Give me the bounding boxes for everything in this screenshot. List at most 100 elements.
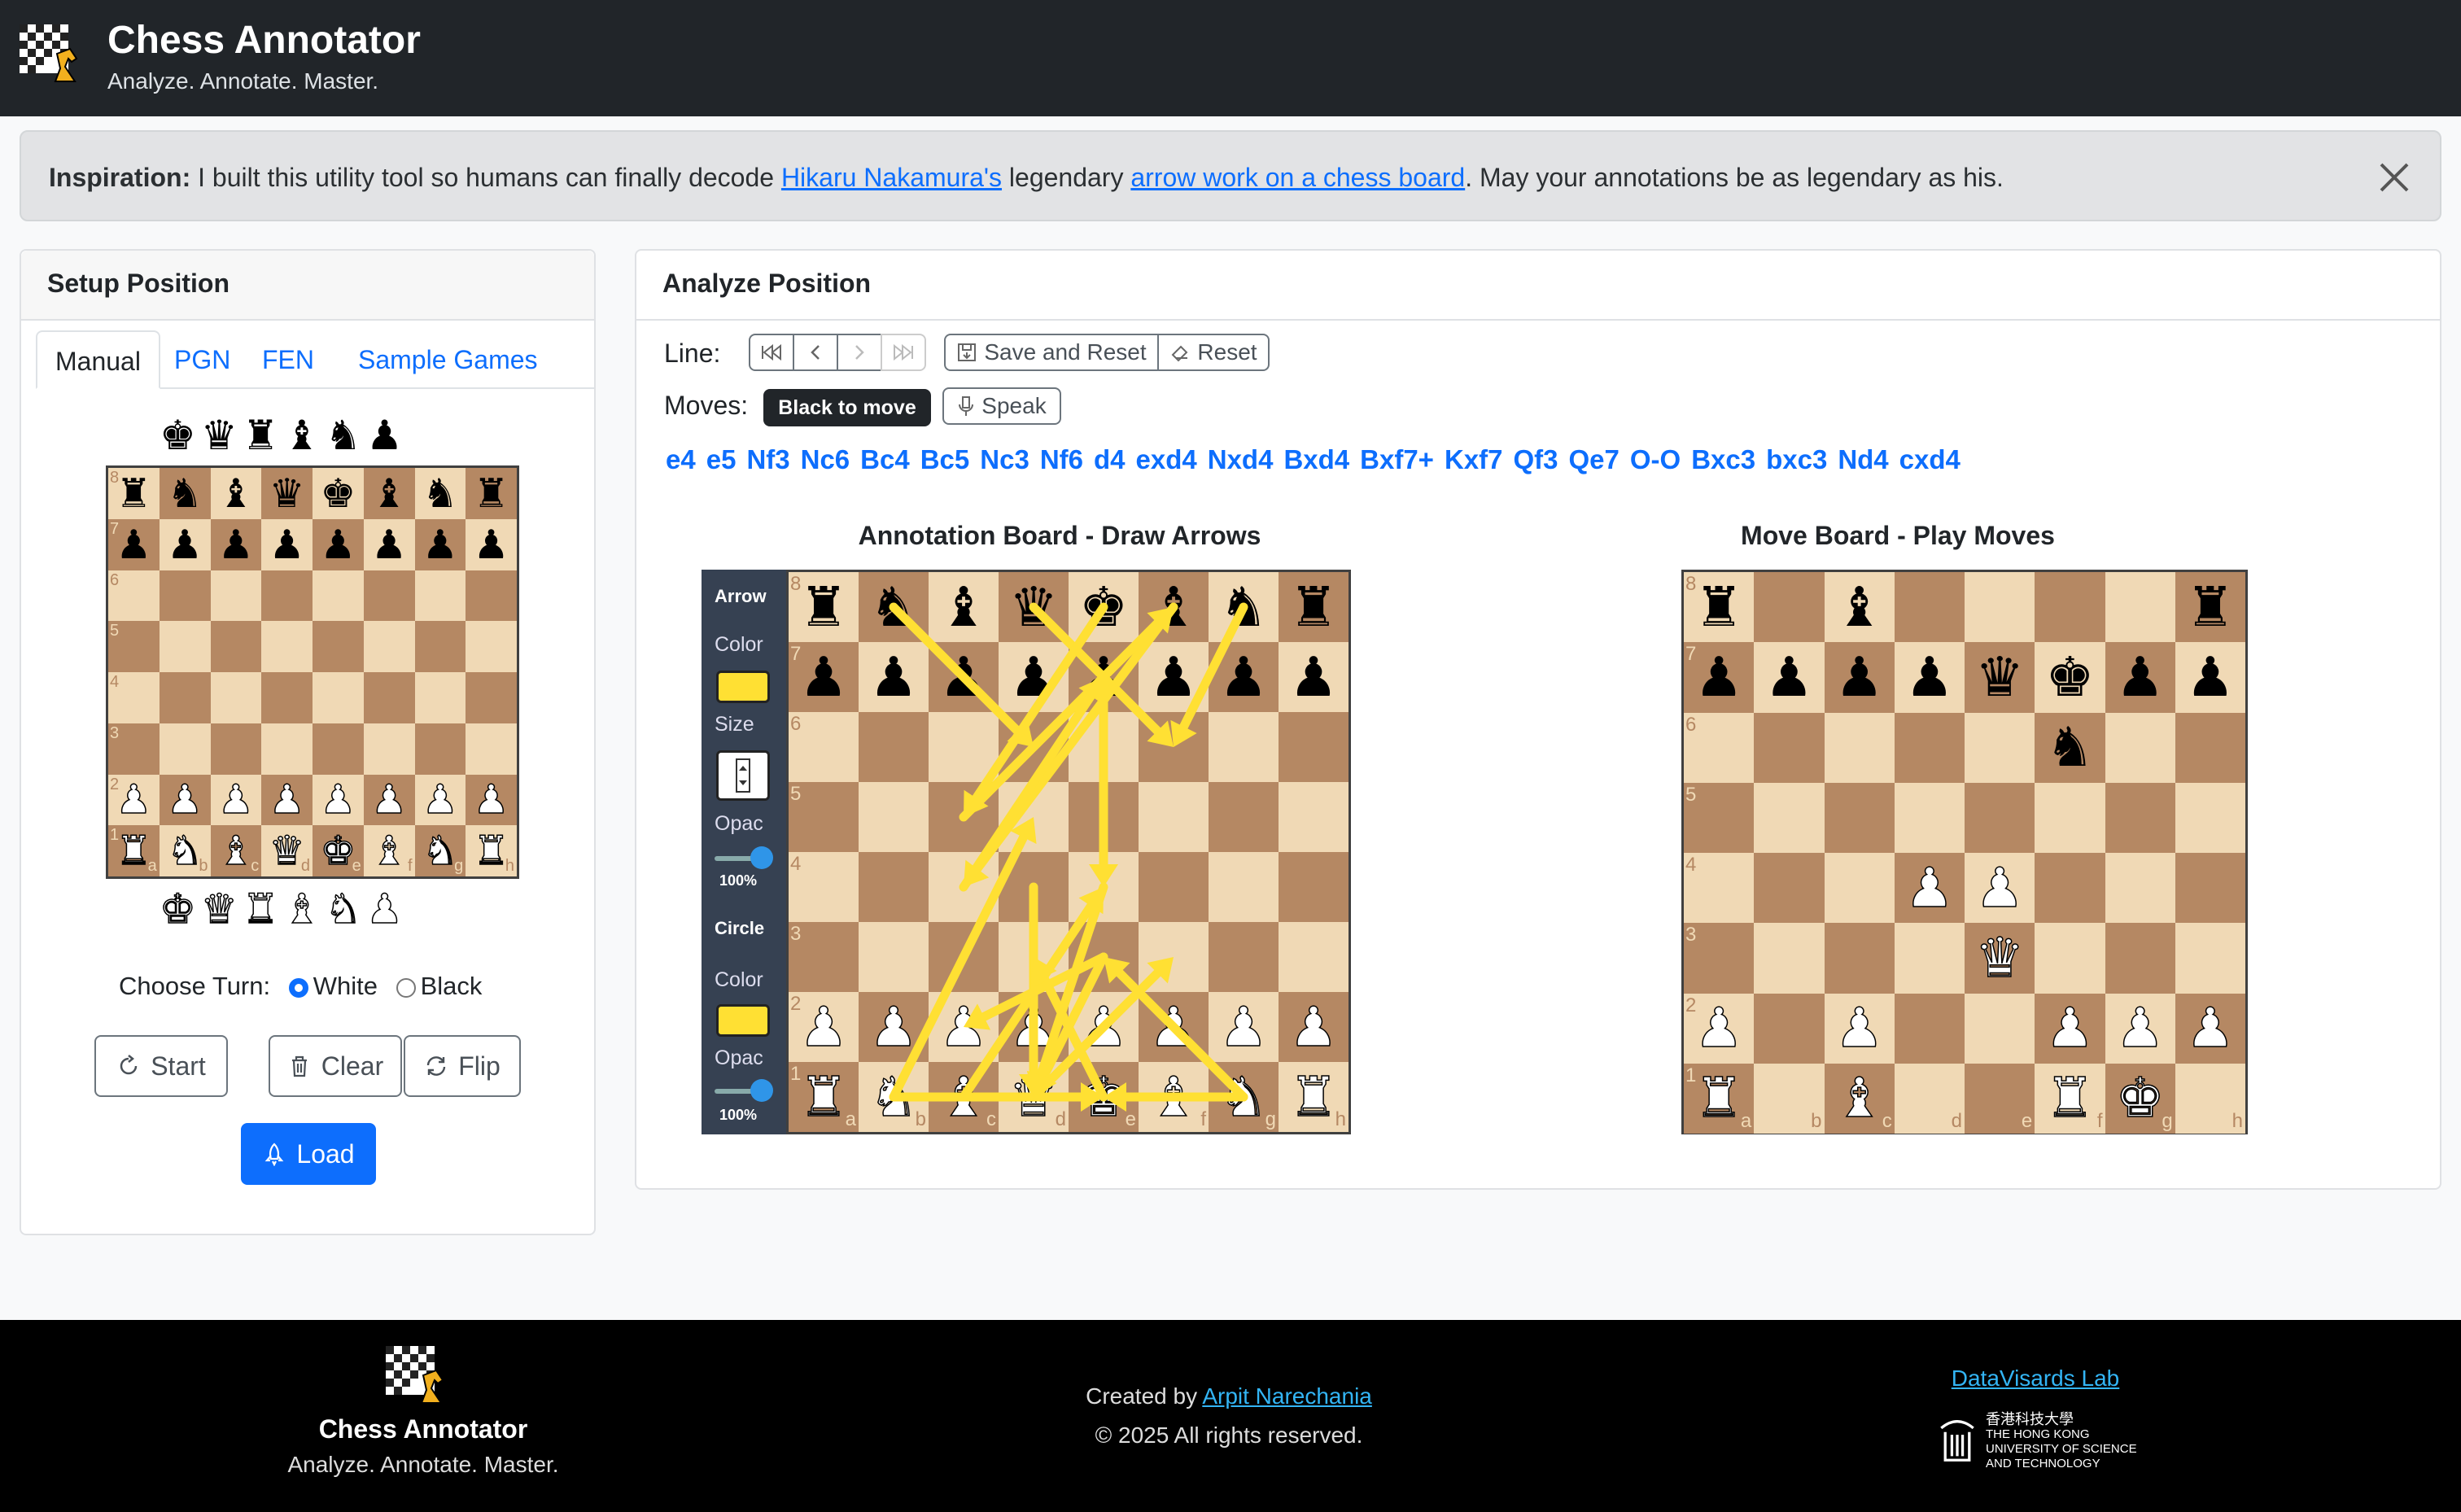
square-e8[interactable] — [1965, 572, 2035, 643]
black-pawn-piece[interactable]: ♟ — [1009, 649, 1058, 705]
tab-fen[interactable]: FEN — [244, 330, 332, 389]
square-c7[interactable]: ♟ — [1824, 642, 1895, 713]
square-b5[interactable] — [859, 782, 929, 852]
square-e4[interactable]: ♟ — [1965, 853, 2035, 924]
black-pawn-piece[interactable]: ♟ — [869, 649, 918, 705]
move-18[interactable]: Bxc3 — [1691, 444, 1755, 474]
spare-pieces-white[interactable]: ♚♛♜♝♞♟ — [159, 884, 408, 933]
black-king-piece[interactable]: ♚ — [320, 474, 356, 513]
square-d7[interactable]: ♟ — [1894, 642, 1965, 713]
black-rook-piece[interactable]: ♜ — [474, 474, 509, 513]
white-pawn-piece[interactable]: ♟ — [422, 780, 458, 821]
setup-board[interactable]: ♜ 8 ♞ ♝ ♛ ♚ ♝ ♞ ♜ ♟ 7 ♟ ♟ ♟ ♟ ♟ ♟ ♟ 6 5 4 3 ♟ 2 ♟ ♟ ♟ ♟ ♟ ♟ ♟ ♜ 1 a ♞ b ♝ c ♛ d… — [106, 465, 519, 879]
spare-pieces-black[interactable]: ♚♛♜♝♞♟ — [160, 410, 408, 459]
black-pawn-piece[interactable]: ♟ — [1219, 649, 1268, 705]
square-c7[interactable]: ♟ — [929, 642, 999, 712]
square-f3[interactable] — [1139, 922, 1209, 992]
square-g2[interactable]: ♟ — [414, 774, 466, 826]
square-a5[interactable]: 5 — [789, 782, 859, 852]
square-c1[interactable]: ♝ c — [929, 1062, 999, 1132]
circle-color-picker[interactable] — [716, 1004, 770, 1037]
square-b3[interactable] — [1754, 923, 1825, 994]
white-pawn-piece[interactable]: ♟ — [217, 780, 254, 821]
move-9[interactable]: d4 — [1094, 444, 1126, 474]
move-3[interactable]: Nf3 — [746, 444, 789, 474]
square-a1[interactable]: ♜ 1 a — [789, 1062, 859, 1132]
square-b5[interactable] — [159, 621, 211, 672]
square-f3[interactable] — [363, 723, 415, 775]
white-pawn-piece[interactable]: ♟ — [1974, 859, 2025, 916]
black-pawn-piece[interactable]: ♟ — [799, 649, 848, 705]
white-queen-piece[interactable]: ♛ — [269, 830, 305, 872]
square-b7[interactable]: ♟ — [159, 518, 211, 570]
square-g1[interactable]: ♚ g — [2105, 1063, 2175, 1134]
white-king-piece[interactable]: ♚ — [159, 885, 201, 933]
black-pawn-piece[interactable]: ♟ — [2116, 649, 2165, 705]
black-pawn-piece[interactable]: ♟ — [269, 525, 305, 565]
white-rook-piece[interactable]: ♜ — [1288, 1068, 1339, 1125]
square-h5[interactable] — [1279, 782, 1349, 852]
square-g2[interactable]: ♟ — [2105, 993, 2175, 1064]
square-e7[interactable]: ♟ — [1069, 642, 1139, 712]
black-queen-piece[interactable]: ♛ — [269, 474, 305, 513]
square-c4[interactable] — [1824, 853, 1895, 924]
square-h3[interactable] — [1279, 922, 1349, 992]
white-pawn-piece[interactable]: ♟ — [320, 780, 356, 821]
square-e2[interactable]: ♟ — [1069, 992, 1139, 1062]
square-h8[interactable]: ♜ — [2175, 572, 2245, 643]
square-h6[interactable] — [466, 570, 517, 622]
square-b2[interactable]: ♟ — [159, 774, 211, 826]
square-g5[interactable] — [2105, 782, 2175, 853]
square-b4[interactable] — [1754, 853, 1825, 924]
black-bishop-piece[interactable]: ♝ — [939, 579, 988, 635]
load-button[interactable]: Load — [241, 1123, 376, 1185]
white-pawn-piece[interactable]: ♟ — [1694, 1000, 1744, 1056]
square-e3[interactable] — [313, 723, 364, 775]
black-bishop-piece[interactable]: ♝ — [218, 474, 254, 513]
square-f2[interactable]: ♟ — [2035, 993, 2105, 1064]
square-h1[interactable]: ♜ h — [466, 825, 517, 876]
square-g5[interactable] — [414, 621, 466, 672]
square-c3[interactable] — [929, 922, 999, 992]
square-a1[interactable]: ♜ 1 a — [108, 825, 160, 876]
black-rook-piece[interactable]: ♜ — [799, 579, 848, 635]
square-a8[interactable]: ♜ 8 — [789, 572, 859, 642]
square-g7[interactable]: ♟ — [1209, 642, 1279, 712]
square-g3[interactable] — [414, 723, 466, 775]
square-a7[interactable]: ♟ 7 — [789, 642, 859, 712]
square-b1[interactable]: ♞ b — [859, 1062, 929, 1132]
black-knight-piece[interactable]: ♞ — [167, 474, 203, 513]
square-b1[interactable]: ♞ b — [159, 825, 211, 876]
white-bishop-piece[interactable]: ♝ — [370, 830, 407, 872]
square-g7[interactable]: ♟ — [414, 518, 466, 570]
square-g1[interactable]: ♞ g — [1209, 1062, 1279, 1132]
square-f5[interactable] — [2035, 782, 2105, 853]
square-b6[interactable] — [859, 712, 929, 782]
move-6[interactable]: Bc5 — [920, 444, 970, 474]
arrow-opacity-slider[interactable] — [715, 846, 773, 869]
turn-white-radio[interactable] — [288, 977, 308, 998]
move-7[interactable]: Nc3 — [980, 444, 1029, 474]
move-13[interactable]: Bxf7+ — [1360, 444, 1434, 474]
white-queen-piece[interactable]: ♛ — [1974, 930, 2025, 986]
square-a2[interactable]: ♟ 2 — [1684, 993, 1755, 1064]
square-g3[interactable] — [1209, 922, 1279, 992]
square-d2[interactable]: ♟ — [261, 774, 313, 826]
square-f6[interactable]: ♞ — [2035, 712, 2105, 783]
square-h5[interactable] — [466, 621, 517, 672]
white-pawn-piece[interactable]: ♟ — [1218, 999, 1269, 1055]
square-h1[interactable]: ♜ h — [1279, 1062, 1349, 1132]
square-b8[interactable]: ♞ — [859, 572, 929, 642]
square-b8[interactable] — [1754, 572, 1825, 643]
square-f8[interactable]: ♝ — [1139, 572, 1209, 642]
white-knight-piece[interactable]: ♞ — [1218, 1068, 1269, 1125]
slider-thumb[interactable] — [750, 846, 773, 869]
square-d3[interactable] — [1894, 923, 1965, 994]
white-pawn-piece[interactable]: ♟ — [365, 885, 408, 933]
white-queen-piece[interactable]: ♛ — [1008, 1068, 1059, 1125]
square-h3[interactable] — [466, 723, 517, 775]
square-f7[interactable]: ♟ — [363, 518, 415, 570]
square-a1[interactable]: ♜ 1 a — [1684, 1063, 1755, 1134]
black-pawn-piece[interactable]: ♟ — [167, 525, 203, 565]
square-b5[interactable] — [1754, 782, 1825, 853]
